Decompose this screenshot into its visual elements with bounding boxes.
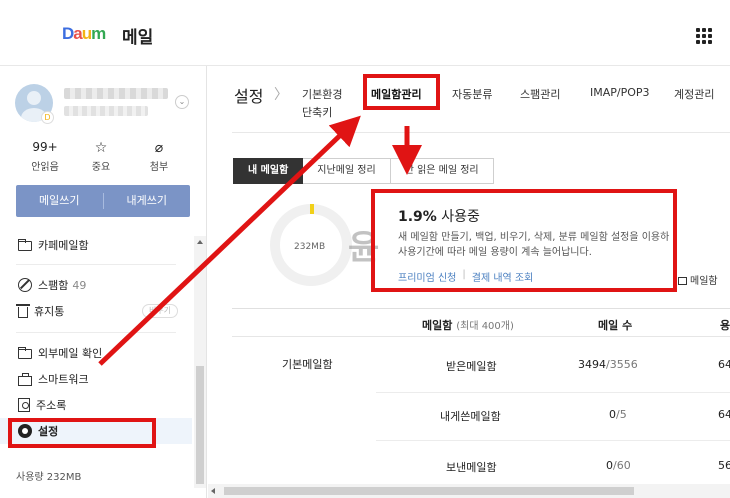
col-header-count: 메일 수 (598, 319, 633, 332)
table-group-label: 기본메일함 (282, 358, 333, 371)
link-divider: | (462, 269, 466, 280)
sidebar-item-external[interactable]: 외부메일 확인 (18, 342, 102, 364)
sidebar-item-cafe[interactable]: 카페메일함 (18, 234, 89, 256)
mailbox-sent[interactable]: 보낸메일함 (446, 459, 497, 475)
compose-bar: 메일쓰기 내게쓰기 (16, 185, 190, 217)
storage-usage: 사용량 232MB (16, 472, 82, 483)
sidebar-item-smartwork[interactable]: 스마트워크 (18, 368, 89, 390)
sidebar-item-contacts[interactable]: 주소록 (18, 394, 66, 416)
partial-to-me: 64 (718, 408, 730, 421)
avatar-badge: D (41, 111, 54, 124)
sidebar-item-settings[interactable]: 설정 (18, 420, 58, 442)
chevron-right-icon: 〉 (274, 87, 288, 103)
app-title[interactable]: 메일 (122, 23, 153, 48)
row-divider (376, 392, 730, 393)
stat-unread[interactable]: 99+ 안읽음 (20, 140, 70, 173)
count-sent: 0/60 (606, 459, 631, 472)
col-header-partial: 용 (720, 319, 730, 332)
usage-title: 1.9% 사용중 (398, 209, 480, 225)
row-divider (376, 440, 730, 441)
partial-mailbox-button[interactable]: 메일함 (678, 272, 718, 287)
payment-history-link[interactable]: 결제 내역 조회 (472, 269, 534, 284)
folder-icon (18, 347, 32, 359)
table-top-rule (232, 308, 730, 309)
subtab-unread-cleanup[interactable]: 안 읽은 메일 정리 (390, 158, 494, 184)
tab-auto-sort[interactable]: 자동분류 (452, 86, 492, 102)
count-inbox: 3494/3556 (578, 358, 638, 371)
subtab-group: 내 메일함 지난메일 정리 안 읽은 메일 정리 (233, 158, 494, 184)
subtab-my-mailbox[interactable]: 내 메일함 (233, 158, 304, 184)
page-title: 설정 (234, 87, 264, 106)
empty-trash-button[interactable]: 비우기 (142, 304, 178, 318)
divider (16, 264, 176, 265)
horizontal-scrollbar[interactable] (208, 484, 730, 498)
gear-icon (18, 424, 32, 438)
count-to-me: 0/5 (609, 408, 627, 421)
usage-description: 새 메일함 만들기, 백업, 비우기, 삭제, 분류 메일함 설정을 이용하 사… (398, 232, 670, 258)
scroll-left-icon[interactable] (211, 488, 215, 494)
briefcase-icon (18, 372, 32, 386)
mailbox-icon (678, 277, 687, 285)
daum-logo[interactable]: Daum (62, 24, 106, 44)
tab-account[interactable]: 계정관리 (674, 86, 714, 102)
profile-email-blurred (64, 106, 148, 116)
folder-icon (18, 239, 32, 251)
trash-icon (16, 304, 30, 318)
contacts-icon (18, 398, 30, 412)
tab-divider (232, 132, 730, 133)
watermark: 윤 (348, 228, 380, 268)
paperclip-icon: ⌀ (154, 140, 164, 156)
stat-attachment[interactable]: ⌀ 첨부 (134, 140, 184, 173)
sidebar-item-trash[interactable]: 휴지통 (16, 300, 64, 322)
tab-imap-pop3[interactable]: IMAP/POP3 (590, 86, 650, 99)
col-header-mailbox: 메일함 (최대 400개) (422, 319, 514, 332)
write-to-self-button[interactable]: 내게쓰기 (104, 185, 191, 217)
partial-sent: 56 (718, 459, 730, 472)
divider (16, 332, 176, 333)
tab-basic[interactable]: 기본환경 (302, 86, 342, 102)
chevron-down-icon[interactable]: ⌄ (175, 95, 189, 109)
top-bar: Daum 메일 (0, 0, 730, 66)
block-icon (18, 278, 32, 292)
profile-name-blurred (64, 88, 168, 99)
mailbox-to-me[interactable]: 내게쓴메일함 (440, 408, 501, 424)
usage-links: 프리미엄 신청 | 결제 내역 조회 (398, 269, 533, 284)
usage-ring-fill (310, 204, 314, 214)
scroll-up-icon[interactable] (197, 240, 203, 244)
app-grid-icon[interactable] (696, 28, 712, 44)
tab-shortcuts[interactable]: 단축키 (302, 104, 332, 120)
partial-inbox: 64 (718, 358, 730, 371)
stat-important[interactable]: ☆ 중요 (76, 140, 126, 173)
tab-spam[interactable]: 스팸관리 (520, 86, 560, 102)
main-content: 설정 〉 기본환경 단축키 메일함관리 자동분류 스팸관리 IMAP/POP3 … (208, 66, 730, 498)
usage-ring-label: 232MB (294, 242, 326, 252)
mailbox-inbox[interactable]: 받은메일함 (446, 358, 497, 374)
table-header-rule (232, 336, 730, 337)
star-icon: ☆ (94, 140, 108, 156)
sidebar-item-spam[interactable]: 스팸함 49 (18, 274, 86, 296)
write-mail-button[interactable]: 메일쓰기 (16, 185, 103, 217)
subtab-old-mail[interactable]: 지난메일 정리 (303, 158, 391, 184)
scrollbar-thumb[interactable] (196, 366, 204, 484)
sidebar-scrollbar[interactable] (194, 236, 206, 488)
sidebar: D ⌄ 99+ 안읽음 ☆ 중요 ⌀ 첨부 메일쓰기 내게쓰기 카페메일함 스팸… (0, 66, 207, 498)
scrollbar-thumb[interactable] (224, 487, 634, 495)
tab-mailbox-management[interactable]: 메일함관리 (371, 86, 422, 102)
premium-link[interactable]: 프리미엄 신청 (398, 269, 456, 284)
